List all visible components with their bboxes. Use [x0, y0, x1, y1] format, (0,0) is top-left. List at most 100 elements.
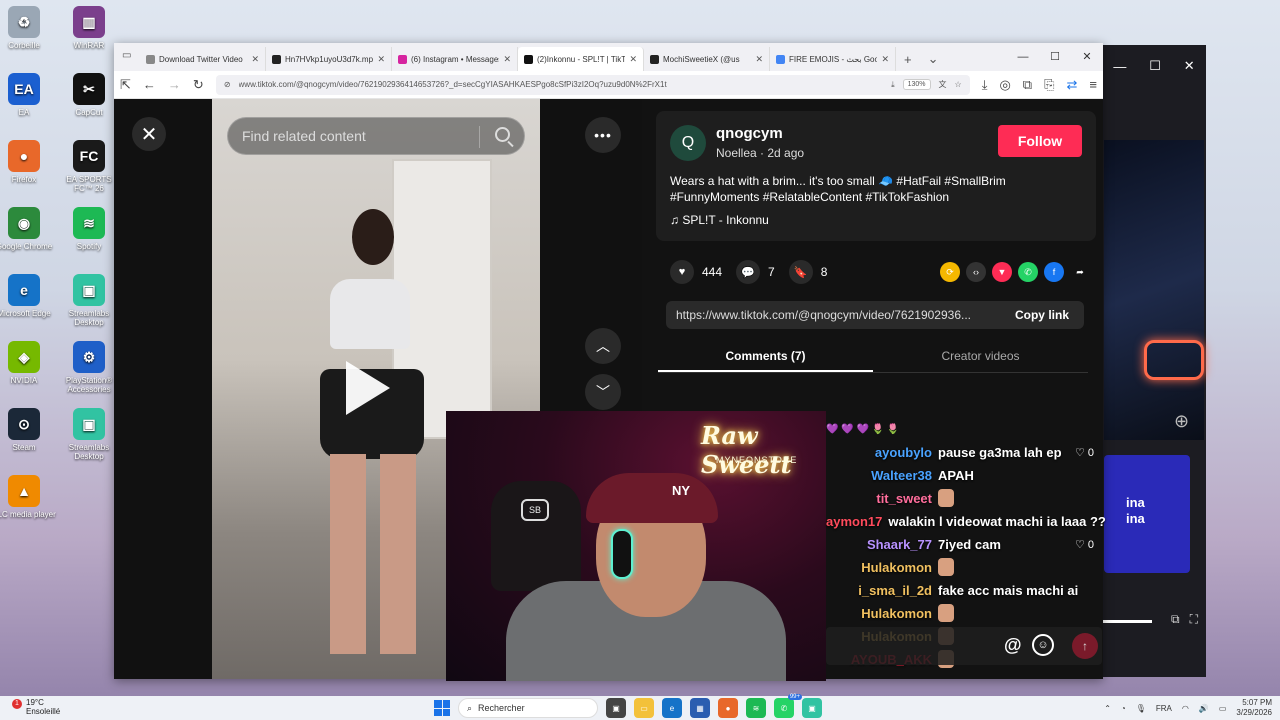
browser-tab[interactable]: Download Twitter Video ✕	[140, 47, 266, 71]
more-options-button[interactable]: •••	[585, 117, 621, 153]
microphone-icon[interactable]: 🎙	[1136, 704, 1146, 713]
volume-icon[interactable]: 🔊	[1199, 704, 1209, 713]
copy-icon[interactable]: ⎘	[1044, 77, 1054, 93]
desktop-icon[interactable]: FC EA SPORTS FC™ 26	[57, 140, 121, 193]
new-tab-button[interactable]: +	[896, 52, 920, 71]
store-icon[interactable]: ▦	[690, 698, 710, 718]
task-view-icon[interactable]: ▣	[606, 698, 626, 718]
zoom-level[interactable]: 130%	[902, 79, 931, 90]
desktop-icon[interactable]: ▣ Streamlabs Desktop	[57, 408, 121, 461]
whatsapp-icon[interactable]: ✆	[1018, 262, 1038, 282]
edge-icon[interactable]: e	[662, 698, 682, 718]
browser-tab[interactable]: Hn7HVkp1uyoU3d7k.mp ✕	[266, 47, 392, 71]
share-icon[interactable]: ➦	[1070, 262, 1090, 282]
playback-progress[interactable]	[1102, 620, 1152, 623]
send-icon[interactable]: ▼	[992, 262, 1012, 282]
tab-comments[interactable]: Comments (7)	[658, 341, 873, 372]
desktop-icon[interactable]: ▣ Streamlabs Desktop	[57, 274, 121, 327]
start-windows-icon[interactable]	[434, 700, 450, 716]
video-link[interactable]: https://www.tiktok.com/@qnogcym/video/76…	[666, 308, 1000, 322]
tab-close-icon[interactable]: ✕	[377, 54, 385, 65]
music-link[interactable]: ♫ SPL!T - Inkonnu	[670, 213, 769, 227]
language-indicator[interactable]: FRA	[1156, 704, 1172, 713]
avatar[interactable]: Q	[670, 125, 706, 161]
search-icon[interactable]	[495, 127, 510, 142]
weather-widget[interactable]: 1 19°C Ensoleillé	[12, 698, 60, 716]
chat-username[interactable]: Hulakomon	[826, 560, 938, 575]
network-icon[interactable]: ◔	[1121, 704, 1126, 713]
comment-like-count[interactable]: ♡ 0	[1075, 446, 1094, 459]
chat-username[interactable]: tit_sweet	[826, 491, 938, 506]
translate-icon[interactable]: 文	[939, 79, 947, 90]
menu-icon[interactable]: ≡	[1089, 77, 1097, 92]
mention-icon[interactable]: @	[1004, 635, 1022, 656]
comment-like-count[interactable]: ♡ 0	[1075, 538, 1094, 551]
forward-icon[interactable]: →	[168, 77, 181, 92]
account-icon[interactable]: ◎	[999, 77, 1010, 93]
tab-close-icon[interactable]: ✕	[755, 54, 763, 65]
chat-username[interactable]: i_sma_il_2d	[826, 583, 938, 598]
maximize-icon[interactable]: ☐	[1149, 58, 1161, 74]
chat-username[interactable]: Walteer38	[826, 468, 938, 483]
desktop-icon[interactable]: ◉ Google Chrome	[0, 207, 56, 251]
play-icon[interactable]	[346, 361, 390, 415]
wifi-icon[interactable]: ◠	[1182, 704, 1189, 713]
tab-close-icon[interactable]: ✕	[629, 54, 637, 65]
like-icon[interactable]: ♥	[670, 260, 694, 284]
close-button[interactable]: ✕	[1071, 43, 1103, 71]
browser-tab[interactable]: (6) Instagram • Messages ✕	[392, 47, 518, 71]
chat-username[interactable]: Shaark_77	[826, 537, 938, 552]
streamlabs-taskbar-icon[interactable]: ▣	[802, 698, 822, 718]
browser-tab[interactable]: FIRE EMOJIS - بحث Goog ✕	[770, 47, 896, 71]
taskbar-search[interactable]: ⌕ Rechercher	[458, 698, 598, 718]
previous-video-button[interactable]: ︿	[585, 328, 621, 364]
facebook-icon[interactable]: f	[1044, 262, 1064, 282]
address-bar[interactable]: ⊘ www.tiktok.com/@qnogcym/video/76219029…	[215, 74, 970, 95]
downloads-icon[interactable]: ⤓	[982, 77, 988, 93]
tray-chevron-icon[interactable]: ⌃	[1104, 704, 1111, 713]
desktop-icon[interactable]: ▥ WinRAR	[57, 6, 121, 50]
whatsapp-taskbar-icon[interactable]: ✆ 99+	[774, 694, 802, 718]
next-video-button[interactable]: ﹀	[585, 374, 621, 410]
background-window[interactable]: — ☐ ✕ ⊕ ina ina ⧉ ⛶	[1102, 45, 1206, 677]
minimize-icon[interactable]: —	[1113, 59, 1126, 74]
related-search-input[interactable]: Find related content	[227, 117, 525, 155]
back-icon[interactable]: ←	[143, 77, 156, 92]
site-info-icon[interactable]: ⊘	[224, 80, 231, 89]
tab-close-icon[interactable]: ✕	[881, 54, 889, 65]
add-icon[interactable]: ⊕	[1174, 411, 1189, 432]
desktop-icon[interactable]: ⊙ Steam	[0, 408, 56, 452]
translate-extension-icon[interactable]: ⇄	[1067, 77, 1078, 93]
maximize-button[interactable]: ☐	[1039, 43, 1071, 71]
username[interactable]: qnogcym	[716, 125, 783, 142]
file-explorer-icon[interactable]: ▭	[634, 698, 654, 718]
browser-tab[interactable]: MochiSweetieX (@us ✕	[644, 47, 770, 71]
url-text[interactable]: www.tiktok.com/@qnogcym/video/7621902936…	[239, 80, 884, 89]
promo-card[interactable]: ina ina	[1104, 455, 1190, 573]
save-icon[interactable]: 🔖	[788, 260, 813, 284]
chat-input[interactable]: @ ☺ ↑	[826, 627, 1102, 665]
close-video-button[interactable]: ✕	[132, 117, 166, 151]
comment-icon[interactable]: 💬	[736, 260, 761, 284]
desktop-icon[interactable]: ◈ NVIDIA	[0, 341, 56, 385]
bookmark-star-icon[interactable]: ☆	[955, 80, 962, 89]
clock[interactable]: 5:07 PM 3/29/2026	[1236, 698, 1272, 718]
copy-link-button[interactable]: Copy link	[1000, 308, 1084, 322]
reload-icon[interactable]: ↻	[193, 77, 204, 93]
close-icon[interactable]: ✕	[1184, 58, 1195, 74]
fullscreen-icon[interactable]: ⛶	[1190, 612, 1198, 627]
tab-overview-icon[interactable]: ▭	[122, 50, 131, 61]
minimize-button[interactable]: —	[1007, 43, 1039, 71]
emoji-icon[interactable]: ☺	[1032, 634, 1054, 656]
repost-icon[interactable]: ⟳	[940, 262, 960, 282]
extensions-icon[interactable]: ⧉	[1023, 77, 1032, 93]
chat-username[interactable]: Hulakomon	[826, 606, 938, 621]
open-tab-icon[interactable]: ⇱	[120, 77, 131, 93]
firefox-icon[interactable]: ●	[718, 698, 738, 718]
miniplayer-icon[interactable]: ⧉	[1171, 612, 1180, 627]
desktop-icon[interactable]: ▲ VLC media player	[0, 475, 56, 519]
download-page-icon[interactable]: ⤓	[891, 80, 895, 90]
desktop-icon[interactable]: ♻ Corbeille	[0, 6, 56, 50]
tab-close-icon[interactable]: ✕	[503, 54, 511, 65]
tab-creator-videos[interactable]: Creator videos	[873, 341, 1088, 372]
